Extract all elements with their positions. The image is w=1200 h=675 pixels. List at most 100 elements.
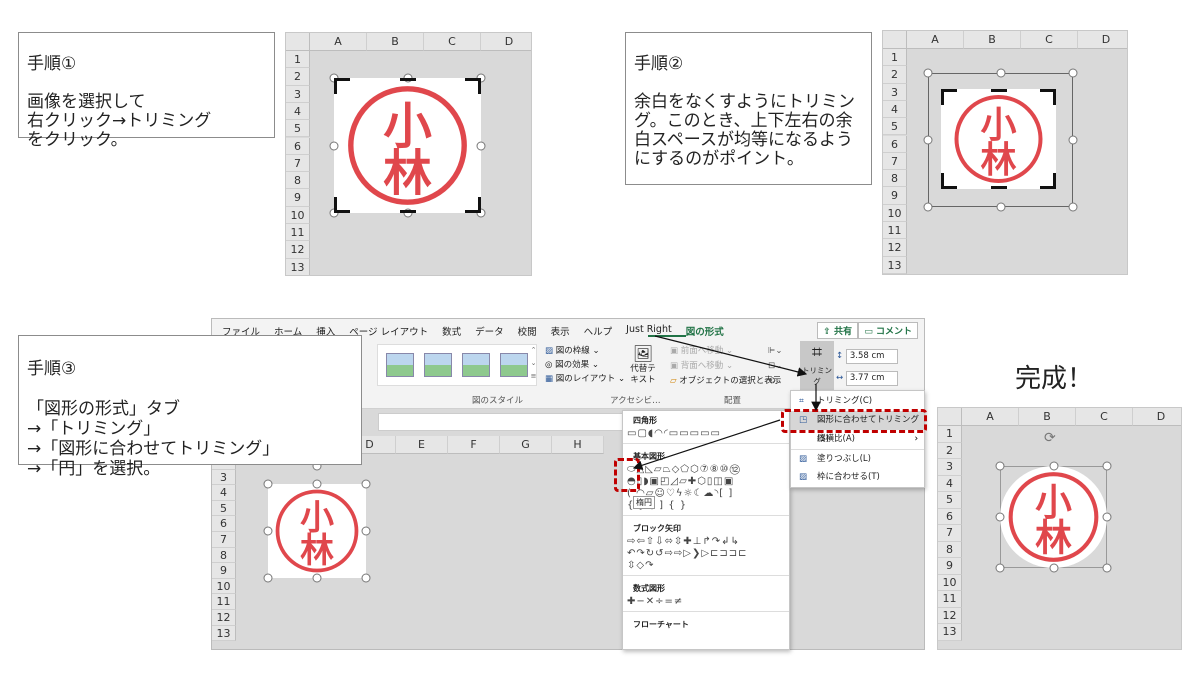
- send-backward-button[interactable]: ▣ 背面へ移動 ⌄: [670, 359, 781, 374]
- crop-menu[interactable]: ⌗ トリミング(C) ◳ 図形に合わせてトリミング(S) › 縦横比(A) › ▨ 塗りつぶし(…: [790, 390, 925, 488]
- resize-handle[interactable]: [995, 563, 1005, 573]
- column-header[interactable]: B: [964, 31, 1021, 49]
- row-header[interactable]: 11: [286, 224, 310, 242]
- row-header[interactable]: 10: [883, 204, 907, 222]
- row-header[interactable]: 9: [212, 563, 236, 579]
- picture-border-button[interactable]: ▨ 図の枠線 ⌄: [545, 344, 625, 358]
- resize-handle[interactable]: [312, 573, 322, 583]
- row-header[interactable]: 4: [883, 100, 907, 119]
- row-header[interactable]: 11: [883, 222, 907, 240]
- picture-style-thumbnail[interactable]: [386, 353, 414, 377]
- resize-handle[interactable]: [361, 573, 371, 583]
- row-header[interactable]: 5: [286, 120, 310, 138]
- shape-row[interactable]: ↶↷↻↺⇨⇨▷❯▷⊏⊐⊐⊏: [623, 548, 789, 560]
- resize-handle[interactable]: [923, 135, 933, 145]
- row-header[interactable]: 11: [212, 594, 236, 610]
- column-header[interactable]: A: [310, 33, 367, 51]
- resize-handle[interactable]: [1102, 461, 1112, 471]
- row-header[interactable]: 9: [883, 187, 907, 205]
- gallery-scroll[interactable]: ⌃ ⌄ ≡: [529, 344, 538, 386]
- row-header[interactable]: 1: [938, 426, 962, 443]
- height-value[interactable]: 3.58 cm: [845, 349, 898, 364]
- crop-handle[interactable]: [334, 197, 350, 213]
- rotate-icon[interactable]: ⟳: [1044, 430, 1056, 446]
- resize-handle[interactable]: [361, 526, 371, 536]
- resize-handle[interactable]: [1049, 563, 1058, 573]
- column-header[interactable]: G: [500, 436, 552, 454]
- row-header[interactable]: 8: [212, 547, 236, 564]
- row-header[interactable]: 11: [938, 591, 962, 608]
- picture-style-thumbnail[interactable]: [424, 353, 452, 377]
- column-header[interactable]: D: [481, 33, 531, 51]
- column-header[interactable]: E: [396, 436, 448, 454]
- column-header[interactable]: B: [1019, 408, 1076, 426]
- picture-style-thumbnail[interactable]: [462, 353, 490, 377]
- row-header[interactable]: 6: [938, 508, 962, 525]
- tab-8[interactable]: ヘルプ: [584, 324, 613, 339]
- crop-handle[interactable]: [941, 173, 957, 189]
- row-header[interactable]: 7: [938, 525, 962, 542]
- row-header[interactable]: 3: [938, 459, 962, 476]
- resize-handle[interactable]: [1102, 512, 1112, 522]
- resize-handle[interactable]: [1068, 202, 1078, 212]
- row-header[interactable]: 10: [286, 206, 310, 224]
- crop-handle[interactable]: [1040, 173, 1056, 189]
- column-header[interactable]: F: [448, 436, 500, 454]
- row-header[interactable]: 2: [938, 442, 962, 459]
- row-header[interactable]: 8: [286, 172, 310, 190]
- row-header[interactable]: 12: [212, 610, 236, 626]
- crop-menu-item[interactable]: ▨ 塗りつぶし(L): [791, 449, 924, 468]
- shape-row[interactable]: ▭▢◖◠◜▭▭▭▭▭: [623, 428, 789, 440]
- stamp-picture[interactable]: 小林: [334, 78, 481, 213]
- stamp-picture-circle[interactable]: 小林: [1000, 466, 1107, 568]
- row-header[interactable]: 2: [286, 68, 310, 86]
- height-field[interactable]: ↕ 3.58 cm: [836, 345, 898, 367]
- row-header[interactable]: 12: [286, 241, 310, 259]
- row-header[interactable]: 6: [883, 135, 907, 153]
- crop-handle[interactable]: [941, 89, 957, 105]
- select-all-corner[interactable]: [286, 33, 310, 51]
- resize-handle[interactable]: [923, 68, 933, 78]
- row-header[interactable]: 9: [286, 189, 310, 207]
- row-header[interactable]: 1: [883, 49, 907, 67]
- selection-pane-button[interactable]: ▱ オブジェクトの選択と表示: [670, 374, 781, 389]
- resize-handle[interactable]: [995, 512, 1005, 522]
- comment-button[interactable]: ▭ コメント: [858, 322, 918, 339]
- row-header[interactable]: 8: [938, 541, 962, 558]
- resize-handle[interactable]: [996, 202, 1005, 212]
- resize-handle[interactable]: [996, 68, 1005, 78]
- shape-row[interactable]: ◓▯◗▣◰◿▱✚⬡▯◫▣: [623, 476, 789, 488]
- resize-handle[interactable]: [361, 479, 371, 489]
- crop-button[interactable]: ⌗ トリミング ⌄: [800, 341, 834, 395]
- row-header[interactable]: 10: [212, 578, 236, 595]
- tab-5[interactable]: データ: [475, 324, 504, 339]
- row-header[interactable]: 12: [938, 607, 962, 624]
- column-header[interactable]: D: [1133, 408, 1181, 426]
- row-header[interactable]: 7: [286, 154, 310, 173]
- resize-handle[interactable]: [923, 202, 933, 212]
- row-header[interactable]: 13: [883, 256, 907, 274]
- crop-handle[interactable]: [465, 197, 481, 213]
- column-header[interactable]: C: [424, 33, 481, 51]
- resize-handle[interactable]: [329, 141, 339, 150]
- tab-4[interactable]: 数式: [442, 324, 461, 339]
- select-all-corner[interactable]: [883, 31, 907, 49]
- column-header[interactable]: C: [1076, 408, 1133, 426]
- shape-row[interactable]: ⬭△◺▱⏢◇⬠⬡⑦⑧⑩⑫: [623, 464, 789, 476]
- resize-handle[interactable]: [1068, 135, 1078, 145]
- column-header[interactable]: H: [552, 436, 604, 454]
- row-header[interactable]: 12: [883, 239, 907, 257]
- bring-forward-button[interactable]: ▣ 前面へ移動 ⌄: [670, 344, 781, 359]
- tab-10[interactable]: 図の形式: [686, 324, 724, 339]
- picture-effects-button[interactable]: ◎ 図の効果 ⌄: [545, 358, 625, 372]
- resize-handle[interactable]: [995, 461, 1005, 471]
- sheet-step1[interactable]: A B C D 1 2 3 4 5 6 7 8 9 10 11 12 13 小林: [285, 32, 532, 276]
- crop-menu-item[interactable]: ▨ 枠に合わせる(T): [791, 468, 924, 487]
- row-header[interactable]: 2: [883, 66, 907, 84]
- column-header[interactable]: B: [367, 33, 424, 51]
- row-header[interactable]: 7: [212, 532, 236, 548]
- resize-handle[interactable]: [1049, 461, 1058, 471]
- row-header[interactable]: 4: [938, 475, 962, 492]
- column-header[interactable]: D: [1078, 31, 1127, 49]
- crop-handle[interactable]: [1040, 89, 1056, 105]
